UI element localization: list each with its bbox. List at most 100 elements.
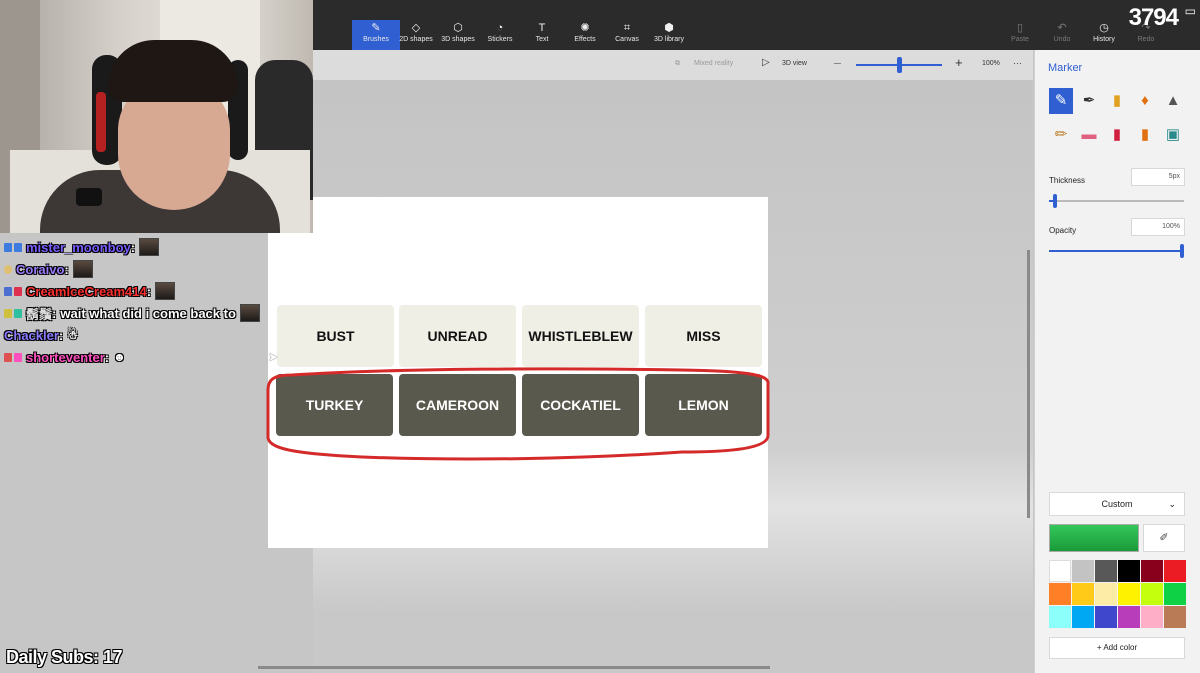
spray-can-icon[interactable]: ▮ [1133, 122, 1157, 148]
palette-color-swatch[interactable] [1141, 606, 1163, 628]
chat-message: CreamIceCream414: [4, 280, 304, 302]
3d-shapes-tool-button[interactable]: ⬡ 3D shapes [434, 20, 482, 50]
undo-button[interactable]: ↶ Undo [1038, 20, 1086, 50]
pixel-pen-icon[interactable]: ▲ [1161, 88, 1185, 114]
text-tool-button[interactable]: T Text [518, 20, 566, 50]
zoom-out-button[interactable]: — [834, 60, 841, 67]
effects-icon: ✺ [580, 22, 590, 34]
thickness-input[interactable]: 5px [1131, 168, 1185, 186]
history-icon: ◷ [1099, 22, 1109, 34]
tool-label: 3D library [654, 36, 684, 43]
tool-label: Text [535, 36, 549, 43]
crayon-icon[interactable]: ▮ [1105, 122, 1129, 148]
color-mode-dropdown[interactable]: Custom ⌄ [1049, 492, 1185, 516]
opacity-input[interactable]: 100% [1131, 218, 1185, 236]
tool-label: History [1093, 36, 1115, 43]
add-color-button[interactable]: + Add color [1049, 637, 1185, 659]
word-tile: WHISTLEBLEW [522, 305, 639, 367]
palette-color-swatch[interactable] [1049, 606, 1071, 628]
palette-color-swatch[interactable] [1118, 560, 1140, 582]
stream-sub-counter: 3794 [1128, 4, 1179, 31]
fill-icon[interactable]: ▣ [1161, 122, 1185, 148]
emote-icon: ☃ [67, 328, 79, 342]
emote-icon [155, 282, 176, 300]
opacity-label: Opacity [1049, 226, 1077, 235]
more-options-button[interactable]: ··· [1013, 58, 1022, 68]
opacity-slider-fill [1049, 250, 1184, 252]
chat-badge-icon [14, 352, 22, 362]
selected-color-swatch[interactable] [1049, 524, 1139, 552]
palette-color-swatch[interactable] [1164, 606, 1186, 628]
chat-colon: : [64, 261, 69, 277]
chat-colon: : [130, 239, 136, 255]
palette-color-swatch[interactable] [1095, 583, 1117, 605]
calligraphy-pen-icon[interactable]: ✒ [1077, 88, 1101, 114]
chat-username: 鬍鬚 [26, 306, 53, 322]
vertical-scrollbar[interactable] [1027, 250, 1030, 518]
webcam-hair [108, 40, 238, 102]
3d-library-tool-button[interactable]: ⬢ 3D library [645, 20, 693, 50]
palette-color-swatch[interactable] [1141, 560, 1163, 582]
palette-color-swatch[interactable] [1141, 583, 1163, 605]
effects-tool-button[interactable]: ✺ Effects [561, 20, 609, 50]
paste-button[interactable]: ▯ Paste [996, 20, 1044, 50]
chat-colon: : [104, 349, 110, 365]
tool-label: 3D shapes [441, 36, 475, 43]
eraser-icon[interactable]: ▬ [1077, 122, 1101, 148]
chat-badge-icon [4, 264, 12, 274]
2d-shapes-tool-button[interactable]: ◇ 2D shapes [392, 20, 440, 50]
mixed-reality-button[interactable]: Mixed reality [694, 60, 733, 67]
color-mode-value: Custom [1101, 499, 1133, 509]
mouse-cursor-icon: ➤ [268, 350, 279, 364]
panel-title: Marker [1048, 62, 1083, 74]
window-control-icon[interactable]: ▭ [1185, 4, 1196, 18]
stickers-icon: ◔ [496, 22, 504, 34]
daily-subs-counter: Daily Subs: 17 [6, 647, 123, 667]
color-palette [1049, 560, 1187, 628]
undo-icon: ↶ [1057, 22, 1067, 34]
watercolor-icon[interactable]: ♦ [1133, 88, 1157, 114]
opacity-slider[interactable] [1049, 244, 1184, 258]
palette-color-swatch[interactable] [1095, 606, 1117, 628]
palette-color-swatch[interactable] [1072, 606, 1094, 628]
canvas-tool-button[interactable]: ⌗ Canvas [603, 20, 651, 50]
palette-color-swatch[interactable] [1164, 583, 1186, 605]
pencil-icon[interactable]: ✏ [1049, 122, 1073, 148]
3d-library-icon: ⬢ [664, 22, 674, 34]
chat-badge-icon [4, 308, 12, 318]
view-bar: ⧉ Mixed reality ▷ 3D view — + 100% ··· [313, 50, 1033, 80]
palette-color-swatch[interactable] [1118, 606, 1140, 628]
3d-view-icon[interactable]: ▷ [762, 57, 770, 68]
plus-icon: + [1096, 643, 1102, 652]
thickness-slider[interactable] [1049, 194, 1184, 208]
palette-color-swatch[interactable] [1049, 583, 1071, 605]
chat-badge-icon [4, 286, 12, 296]
chat-message: 鬍鬚: wait what did i come back to [4, 302, 304, 324]
annotation-stroke [266, 367, 770, 461]
stickers-tool-button[interactable]: ◔ Stickers [476, 20, 524, 50]
opacity-slider-handle[interactable] [1180, 244, 1184, 258]
history-button[interactable]: ◷ History [1080, 20, 1128, 50]
chat-username: shorteventer [26, 349, 105, 365]
eyedropper-button[interactable]: ✐ [1143, 524, 1185, 552]
zoom-level-value: 100% [982, 60, 1000, 67]
palette-color-swatch[interactable] [1095, 560, 1117, 582]
eyedropper-icon: ✐ [1159, 532, 1169, 544]
palette-color-swatch[interactable] [1164, 560, 1186, 582]
horizontal-scrollbar[interactable] [258, 666, 770, 669]
tool-label: Redo [1137, 36, 1155, 43]
zoom-in-button[interactable]: + [955, 55, 963, 70]
3d-view-button[interactable]: 3D view [782, 60, 807, 67]
marker-icon[interactable]: ✎ [1049, 88, 1073, 114]
zoom-slider-handle[interactable] [897, 57, 902, 73]
word-tile: UNREAD [399, 305, 516, 367]
thickness-slider-handle[interactable] [1053, 194, 1057, 208]
oil-brush-icon[interactable]: ▮ [1105, 88, 1129, 114]
brush-properties-panel: Marker ✎ ✒ ▮ ♦ ▲ ✏ ▬ ▮ ▮ ▣ Thickness 5px… [1034, 50, 1200, 673]
palette-color-swatch[interactable] [1072, 583, 1094, 605]
palette-color-swatch[interactable] [1049, 560, 1071, 582]
palette-color-swatch[interactable] [1118, 583, 1140, 605]
palette-color-swatch[interactable] [1072, 560, 1094, 582]
mixed-reality-icon[interactable]: ⧉ [675, 60, 680, 68]
text-icon: T [538, 22, 546, 34]
